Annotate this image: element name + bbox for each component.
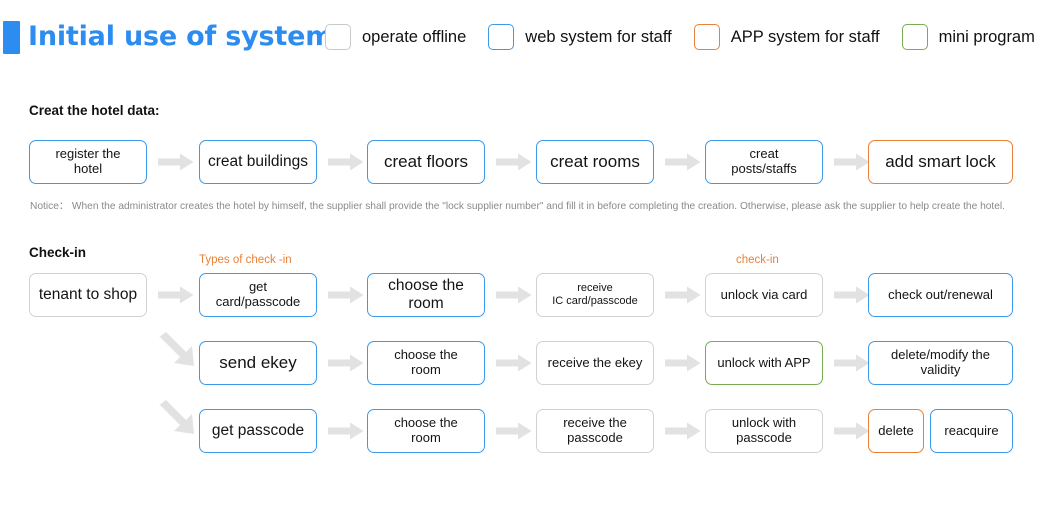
step-box-creat-buildings[interactable]: creat buildings <box>199 140 317 184</box>
step-label: add smart lock <box>885 152 996 172</box>
arrow-right-icon <box>665 354 701 372</box>
legend-item-app-system[interactable]: APP system for staff <box>693 24 880 50</box>
arrow-right-icon <box>834 153 870 171</box>
step-label: creat rooms <box>550 152 640 172</box>
section-title-hotel-data: Creat the hotel data: <box>29 103 160 118</box>
step-label: unlock with passcode <box>731 415 797 445</box>
step-box-creat-rooms[interactable]: creat rooms <box>536 140 654 184</box>
caption-types-of-check-in: Types of check -in <box>199 254 292 266</box>
step-label: choose the room <box>388 277 464 312</box>
step-label: choose the room <box>394 347 458 377</box>
step-box-get-card-passcode[interactable]: get card/passcode <box>199 273 317 317</box>
legend-label: APP system for staff <box>730 27 880 46</box>
step-label: receive the ekey <box>547 354 643 370</box>
step-label: delete <box>878 422 914 438</box>
arrow-right-icon <box>834 354 870 372</box>
step-label: receive the passcode <box>563 415 627 445</box>
step-box-delete[interactable]: delete <box>868 409 924 453</box>
legend-item-web-system[interactable]: web system for staff <box>488 24 672 50</box>
step-label: creat buildings <box>208 153 308 171</box>
legend-label: operate offline <box>362 27 467 46</box>
step-label: creat posts/staffs <box>731 146 797 176</box>
arrow-right-icon <box>496 354 532 372</box>
step-box-register-the-hotel[interactable]: register the hotel <box>29 140 147 184</box>
step-label: reacquire <box>944 422 999 438</box>
legend: operate offline web system for staff APP… <box>325 24 1035 50</box>
section-title-check-in: Check-in <box>29 245 87 260</box>
step-label: creat floors <box>383 152 469 172</box>
legend-item-operate-offline[interactable]: operate offline <box>325 24 466 50</box>
checkbox-orange-icon[interactable] <box>693 24 720 50</box>
legend-item-mini-program[interactable]: mini program <box>901 24 1035 50</box>
title-accent-bar <box>3 21 20 54</box>
step-box-choose-the-room-2[interactable]: choose the room <box>367 341 485 385</box>
step-label: get passcode <box>211 422 305 440</box>
legend-label: mini program <box>938 27 1035 46</box>
step-box-check-out-renewal[interactable]: check out/renewal <box>868 273 1013 317</box>
header: Initial use of system operate offline we… <box>0 0 1060 70</box>
step-label: delete/modify the validity <box>890 347 990 377</box>
step-label: tenant to shop <box>38 286 138 304</box>
arrow-right-icon <box>665 286 701 304</box>
arrow-diagonal-icon <box>156 400 200 445</box>
arrow-right-icon <box>834 286 870 304</box>
step-label: unlock with APP <box>717 354 811 370</box>
diagram-canvas: Initial use of system operate offline we… <box>0 0 1060 519</box>
page-title: Initial use of system <box>28 21 334 52</box>
checkbox-gray-icon[interactable] <box>325 24 351 50</box>
step-label: choose the room <box>394 415 458 445</box>
step-label: register the hotel <box>55 146 121 176</box>
step-label: get card/passcode <box>215 279 301 309</box>
checkbox-green-icon[interactable] <box>901 24 928 50</box>
arrow-right-icon <box>665 153 701 171</box>
step-box-delete-modify-validity[interactable]: delete/modify the validity <box>868 341 1013 385</box>
step-box-receive-the-ekey[interactable]: receive the ekey <box>536 341 654 385</box>
step-box-choose-the-room-1[interactable]: choose the room <box>367 273 485 317</box>
arrow-right-icon <box>834 422 870 440</box>
checkbox-blue-icon[interactable] <box>488 24 515 50</box>
step-label: check out/renewal <box>888 286 993 302</box>
step-box-reacquire[interactable]: reacquire <box>930 409 1013 453</box>
arrow-right-icon <box>665 422 701 440</box>
step-box-creat-posts-staffs[interactable]: creat posts/staffs <box>705 140 823 184</box>
arrow-right-icon <box>158 153 194 171</box>
arrow-right-icon <box>328 422 364 440</box>
arrow-right-icon <box>496 286 532 304</box>
arrow-right-icon <box>328 354 364 372</box>
step-box-add-smart-lock[interactable]: add smart lock <box>868 140 1013 184</box>
arrow-right-icon <box>496 153 532 171</box>
step-label: send ekey <box>219 353 297 373</box>
step-box-receive-the-passcode[interactable]: receive the passcode <box>536 409 654 453</box>
notice-text: Notice： When the administrator creates t… <box>30 201 1005 212</box>
legend-label: web system for staff <box>525 27 672 46</box>
step-box-choose-the-room-3[interactable]: choose the room <box>367 409 485 453</box>
arrow-right-icon <box>328 153 364 171</box>
step-label: unlock via card <box>720 286 808 302</box>
step-box-get-passcode[interactable]: get passcode <box>199 409 317 453</box>
step-box-send-ekey[interactable]: send ekey <box>199 341 317 385</box>
step-box-unlock-via-card[interactable]: unlock via card <box>705 273 823 317</box>
arrow-diagonal-icon <box>156 332 200 377</box>
step-box-creat-floors[interactable]: creat floors <box>367 140 485 184</box>
step-box-unlock-with-app[interactable]: unlock with APP <box>705 341 823 385</box>
step-box-unlock-with-passcode[interactable]: unlock with passcode <box>705 409 823 453</box>
arrow-right-icon <box>328 286 364 304</box>
arrow-right-icon <box>158 286 194 304</box>
caption-check-in: check-in <box>736 254 779 266</box>
step-box-receive-ic-card-passcode[interactable]: receive IC card/passcode <box>536 273 654 317</box>
step-box-tenant-to-shop[interactable]: tenant to shop <box>29 273 147 317</box>
arrow-right-icon <box>496 422 532 440</box>
step-label: receive IC card/passcode <box>552 282 638 307</box>
